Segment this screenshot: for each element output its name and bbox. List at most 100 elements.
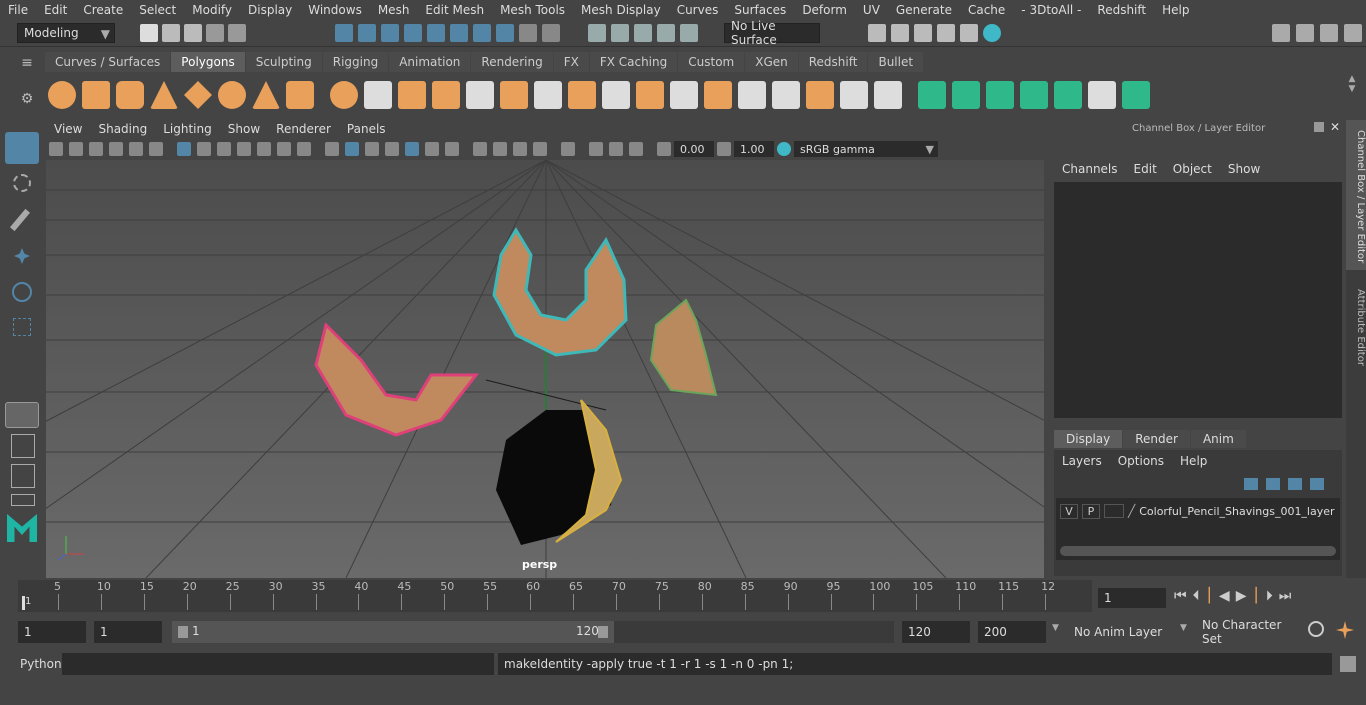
screen-space-ao-icon[interactable] xyxy=(473,142,487,156)
multi-cut-icon[interactable] xyxy=(602,81,630,109)
xray-icon[interactable] xyxy=(589,142,603,156)
shelf-scroll[interactable]: ▲ ▼ xyxy=(1346,74,1358,114)
viewport-menu-view[interactable]: View xyxy=(46,122,90,136)
menu-item-generate[interactable]: Generate xyxy=(888,3,960,17)
four-view-icon[interactable] xyxy=(5,432,39,458)
paint-select-icon[interactable] xyxy=(5,204,39,236)
move-tool-icon[interactable] xyxy=(5,240,39,272)
menu-item-help[interactable]: Help xyxy=(1154,3,1197,17)
menu-item-modify[interactable]: Modify xyxy=(184,3,240,17)
channel-menu-edit[interactable]: Edit xyxy=(1126,162,1165,176)
redo-icon[interactable] xyxy=(228,24,246,42)
move-layer-down-icon[interactable] xyxy=(1266,478,1280,490)
wireframe-icon[interactable] xyxy=(325,142,339,156)
go-to-start-icon[interactable]: ⏮ xyxy=(1174,588,1187,604)
layer-row[interactable]: V P ╱ Colorful_Pencil_Shavings_001_layer xyxy=(1060,502,1336,520)
poly-pyramid-icon[interactable] xyxy=(252,81,280,109)
use-all-lights-icon[interactable] xyxy=(425,142,439,156)
open-scene-icon[interactable] xyxy=(162,24,180,42)
snap-grid-icon[interactable] xyxy=(404,24,422,42)
sew-uv-icon[interactable] xyxy=(874,81,902,109)
cut-uv-icon[interactable] xyxy=(840,81,868,109)
channel-menu-channels[interactable]: Channels xyxy=(1054,162,1126,176)
single-view-icon[interactable] xyxy=(5,402,39,428)
lasso-icon[interactable] xyxy=(611,24,629,42)
default-material-icon[interactable] xyxy=(365,142,379,156)
select-tool-icon[interactable] xyxy=(5,132,39,164)
undo-icon[interactable] xyxy=(206,24,224,42)
tab-custom[interactable]: Custom xyxy=(678,52,745,72)
anim-layer-field[interactable]: No Anim Layer xyxy=(1068,621,1172,643)
poly-cone-icon[interactable] xyxy=(150,81,178,109)
image-plane-icon[interactable] xyxy=(109,142,123,156)
lasso-tool-icon[interactable] xyxy=(5,168,39,200)
lock-icon[interactable] xyxy=(519,24,537,42)
rotate-tool-icon[interactable] xyxy=(5,276,39,308)
snap-view-icon[interactable] xyxy=(473,24,491,42)
menu-item-cache[interactable]: Cache xyxy=(960,3,1013,17)
camera-icon[interactable] xyxy=(49,142,63,156)
poly-cylinder-icon[interactable] xyxy=(116,81,144,109)
two-view-icon[interactable] xyxy=(5,462,39,488)
viewport-menu-shading[interactable]: Shading xyxy=(90,122,155,136)
bookmark-icon[interactable] xyxy=(89,142,103,156)
tab-fx-caching[interactable]: FX Caching xyxy=(589,52,678,72)
preferences-icon[interactable] xyxy=(1336,621,1354,639)
tab-polygons[interactable]: Polygons xyxy=(171,52,245,72)
layer-color-swatch[interactable] xyxy=(1104,504,1124,518)
tab-channel-box[interactable]: Channel Box / Layer Editor xyxy=(1346,120,1366,270)
safe-title-icon[interactable] xyxy=(297,142,311,156)
command-input[interactable] xyxy=(62,653,494,675)
layer-menu-options[interactable]: Options xyxy=(1110,454,1172,468)
tab-animation[interactable]: Animation xyxy=(389,52,471,72)
layer-playback-toggle[interactable]: P xyxy=(1082,503,1100,519)
tab-fx[interactable]: FX xyxy=(553,52,589,72)
script-language-label[interactable]: Python xyxy=(20,657,62,671)
script-editor-icon[interactable] xyxy=(1340,656,1356,672)
wireframe-on-shaded-icon[interactable] xyxy=(385,142,399,156)
layer-tab-render[interactable]: Render xyxy=(1123,430,1190,448)
clapper-icon[interactable] xyxy=(937,24,955,42)
insert-edge-loop-icon[interactable] xyxy=(670,81,698,109)
select-hierarchy-icon[interactable] xyxy=(335,24,353,42)
menu-item-mesh-display[interactable]: Mesh Display xyxy=(573,3,669,17)
tab-rendering[interactable]: Rendering xyxy=(471,52,553,72)
menu-item-display[interactable]: Display xyxy=(240,3,300,17)
shadows-icon[interactable] xyxy=(445,142,459,156)
menu-item-mesh-tools[interactable]: Mesh Tools xyxy=(492,3,573,17)
combine-icon[interactable] xyxy=(330,81,358,109)
color-space-select[interactable]: sRGB gamma ▼ xyxy=(794,141,938,157)
extrude-icon[interactable] xyxy=(500,81,528,109)
outliner-icon[interactable] xyxy=(1296,24,1314,42)
anti-aliasing-icon[interactable] xyxy=(513,142,527,156)
ipr-icon[interactable] xyxy=(914,24,932,42)
target-weld-icon[interactable] xyxy=(636,81,664,109)
menu-item-uv[interactable]: UV xyxy=(855,3,888,17)
menu-item-curves[interactable]: Curves xyxy=(669,3,727,17)
render-settings-icon[interactable] xyxy=(868,24,886,42)
textured-icon[interactable] xyxy=(405,142,419,156)
green-wave-icon[interactable] xyxy=(1054,81,1082,109)
time-slider[interactable]: 1 5 10 15 20 25 30 35 40 45 50 55 60 65 70 75 80 85 90 95 1… xyxy=(18,580,1092,612)
checker-icon[interactable] xyxy=(1088,81,1116,109)
workspace-icon[interactable] xyxy=(1272,24,1290,42)
menu-item-mesh[interactable]: Mesh xyxy=(370,3,418,17)
menu-item-redshift[interactable]: Redshift xyxy=(1089,3,1154,17)
xray-joints-icon[interactable] xyxy=(609,142,623,156)
gear-icon[interactable]: ⚙ xyxy=(18,91,36,107)
automatic-uv-icon[interactable] xyxy=(772,81,800,109)
green-twist-icon[interactable] xyxy=(986,81,1014,109)
step-back-icon[interactable]: ⏴ xyxy=(1193,588,1200,604)
gamma-field[interactable]: 1.00 xyxy=(734,141,774,157)
end-time-field[interactable]: 200 xyxy=(978,621,1046,643)
float-icon[interactable] xyxy=(1314,122,1324,132)
grease-pencil-icon[interactable] xyxy=(129,142,143,156)
soft-select-icon[interactable] xyxy=(680,24,698,42)
channel-list[interactable] xyxy=(1054,182,1342,418)
close-icon[interactable]: ✕ xyxy=(1330,120,1340,134)
layer-menu-layers[interactable]: Layers xyxy=(1054,454,1110,468)
menu-item-edit-mesh[interactable]: Edit Mesh xyxy=(417,3,492,17)
scale-tool-icon[interactable] xyxy=(5,312,39,344)
step-back-key-icon[interactable]: ⎮ xyxy=(1206,588,1213,604)
poly-cube-icon[interactable] xyxy=(82,81,110,109)
